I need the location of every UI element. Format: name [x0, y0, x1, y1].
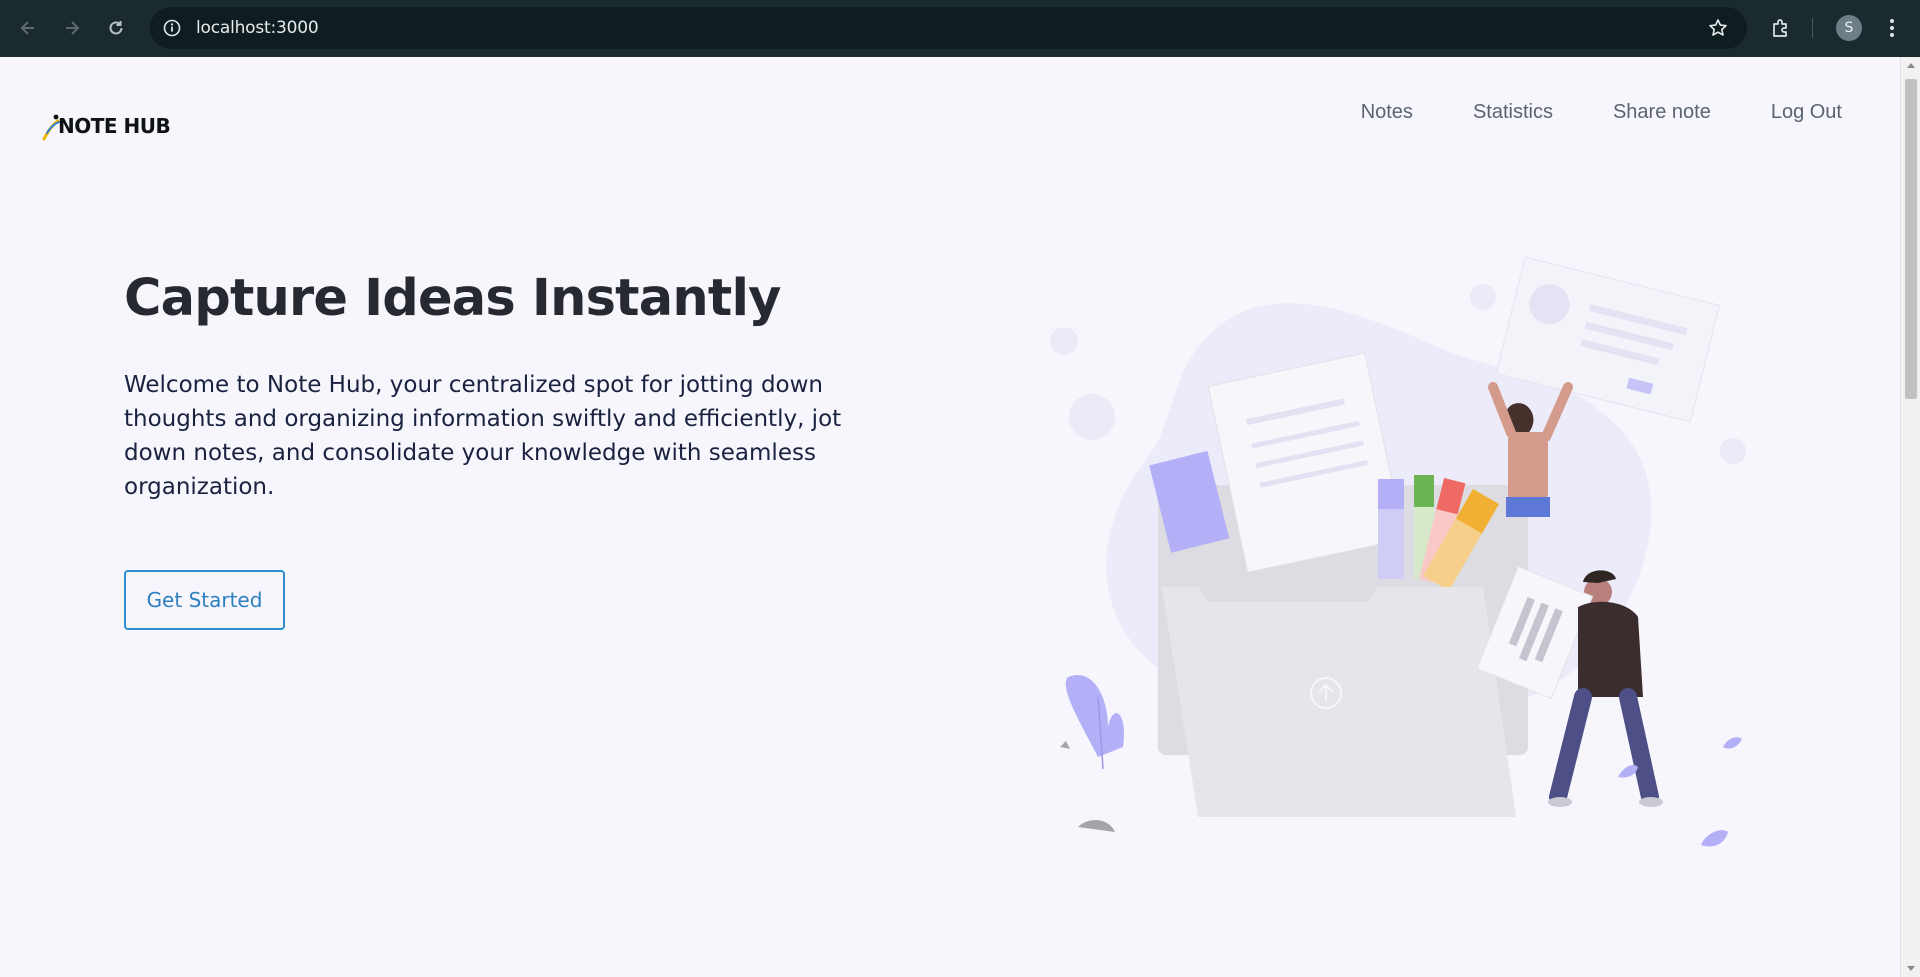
- logo-text: NOTE HUB: [58, 114, 171, 138]
- nav-notes[interactable]: Notes: [1361, 101, 1413, 124]
- logo[interactable]: NOTE HUB: [42, 109, 171, 143]
- bookmark-star-icon[interactable]: [1705, 15, 1731, 41]
- page: NOTE HUB Notes Statistics Share note Log…: [0, 57, 1900, 977]
- scroll-down-arrow[interactable]: [1907, 966, 1915, 971]
- page-scrollbar[interactable]: [1900, 57, 1920, 977]
- scroll-up-arrow[interactable]: [1907, 63, 1915, 68]
- site-info-icon[interactable]: [160, 16, 184, 40]
- nav-share-note[interactable]: Share note: [1613, 101, 1711, 124]
- extensions-icon[interactable]: [1763, 10, 1799, 46]
- main-nav: Notes Statistics Share note Log Out: [1301, 101, 1842, 124]
- menu-icon[interactable]: [1874, 10, 1910, 46]
- reload-icon[interactable]: [98, 10, 134, 46]
- forward-icon[interactable]: [54, 10, 90, 46]
- browser-toolbar: localhost:3000 S: [0, 0, 1920, 57]
- address-bar[interactable]: localhost:3000: [150, 7, 1747, 49]
- profile-avatar[interactable]: S: [1836, 15, 1862, 41]
- url-text[interactable]: localhost:3000: [196, 18, 319, 38]
- hero-title: Capture Ideas Instantly: [124, 269, 781, 328]
- nav-statistics[interactable]: Statistics: [1473, 101, 1553, 124]
- toolbar-separator: [1812, 18, 1813, 38]
- scroll-thumb[interactable]: [1905, 79, 1917, 399]
- hero-description: Welcome to Note Hub, your centralized sp…: [124, 372, 842, 500]
- get-started-button[interactable]: Get Started: [124, 570, 285, 630]
- nav-log-out[interactable]: Log Out: [1771, 101, 1842, 124]
- hero-illustration: [1050, 257, 1746, 847]
- back-icon[interactable]: [10, 10, 46, 46]
